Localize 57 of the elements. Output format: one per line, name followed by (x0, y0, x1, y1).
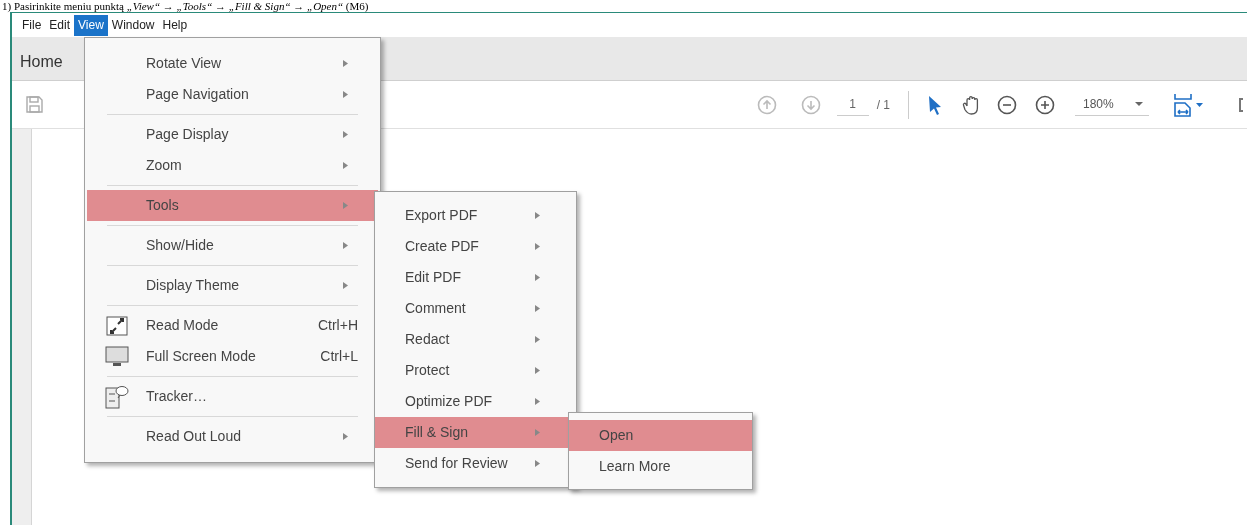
menu-item[interactable]: Redact (375, 324, 576, 355)
shortcut-label: Ctrl+L (320, 347, 359, 366)
menu-item[interactable]: Comment (375, 293, 576, 324)
menu-item[interactable]: Create PDF (375, 231, 576, 262)
menu-bar-item[interactable]: File (18, 14, 46, 36)
menu-item[interactable]: Protect (375, 355, 576, 386)
menu-bar-item[interactable]: Window (107, 14, 159, 36)
menu-item[interactable]: Display Theme (87, 270, 378, 301)
expand-icon (105, 315, 128, 336)
submenu-arrow-icon (343, 202, 348, 209)
submenu-arrow-icon (535, 398, 540, 405)
menu-item[interactable]: Page Navigation (87, 79, 378, 110)
tracker-icon (104, 384, 129, 409)
zoom-dropdown[interactable]: 180% (1075, 93, 1149, 116)
menu-item[interactable]: Optimize PDF (375, 386, 576, 417)
menu-item[interactable]: Tracker… (87, 381, 378, 412)
zoom-out-icon[interactable] (997, 94, 1017, 115)
fit-width-button[interactable] (1173, 92, 1203, 117)
menu-item[interactable]: Tools (87, 190, 378, 221)
menu-item[interactable]: Export PDF (375, 200, 576, 231)
page-number-field[interactable]: 1 (836, 93, 869, 116)
submenu-arrow-icon (343, 242, 348, 249)
menu-item[interactable]: Read Mode Ctrl+H (87, 310, 378, 341)
submenu-arrow-icon (535, 429, 540, 436)
menu-item[interactable]: Show/Hide (87, 230, 378, 261)
submenu-arrow-icon (535, 243, 540, 250)
menu-bar-item[interactable]: Help (158, 14, 192, 36)
submenu-arrow-icon (343, 91, 348, 98)
cursor-icon[interactable] (927, 94, 943, 115)
submenu-arrow-icon (535, 460, 540, 467)
menu-item[interactable]: Zoom (87, 150, 378, 181)
submenu-arrow-icon (535, 336, 540, 343)
menu-bar-item[interactable]: View (74, 14, 108, 36)
caption-text: 1) Pasirinkite meniu punktą „View“ → „Tools“ → „Fill & Sign“ → „Open“ (M6) (1, 0, 369, 12)
submenu-arrow-icon (343, 131, 348, 138)
fit-width-icon (1173, 92, 1193, 117)
submenu-arrow-icon (343, 433, 348, 440)
menu-bar-item[interactable]: Edit (45, 14, 75, 36)
submenu-arrow-icon (535, 274, 540, 281)
submenu-arrow-icon (343, 282, 348, 289)
zoom-in-icon[interactable] (1035, 94, 1055, 115)
menu-item[interactable]: Page Display (87, 119, 378, 150)
menu-item[interactable]: Open (569, 420, 752, 451)
menu-item[interactable]: Edit PDF (375, 262, 576, 293)
caret-icon (1196, 102, 1203, 107)
shortcut-label: Ctrl+H (317, 316, 359, 335)
menu-item[interactable]: Full Screen Mode Ctrl+L (87, 341, 378, 372)
submenu-arrow-icon (535, 367, 540, 374)
menu-item[interactable]: Rotate View (87, 48, 378, 79)
page-total: / 1 (876, 96, 890, 114)
menu-item[interactable]: Read Out Loud (87, 421, 378, 452)
submenu-arrow-icon (343, 60, 348, 67)
submenu-arrow-icon (535, 305, 540, 312)
submenu-arrow-icon (535, 212, 540, 219)
caret-icon (1135, 102, 1143, 106)
monitor-icon (104, 345, 129, 368)
submenu-arrow-icon (343, 162, 348, 169)
